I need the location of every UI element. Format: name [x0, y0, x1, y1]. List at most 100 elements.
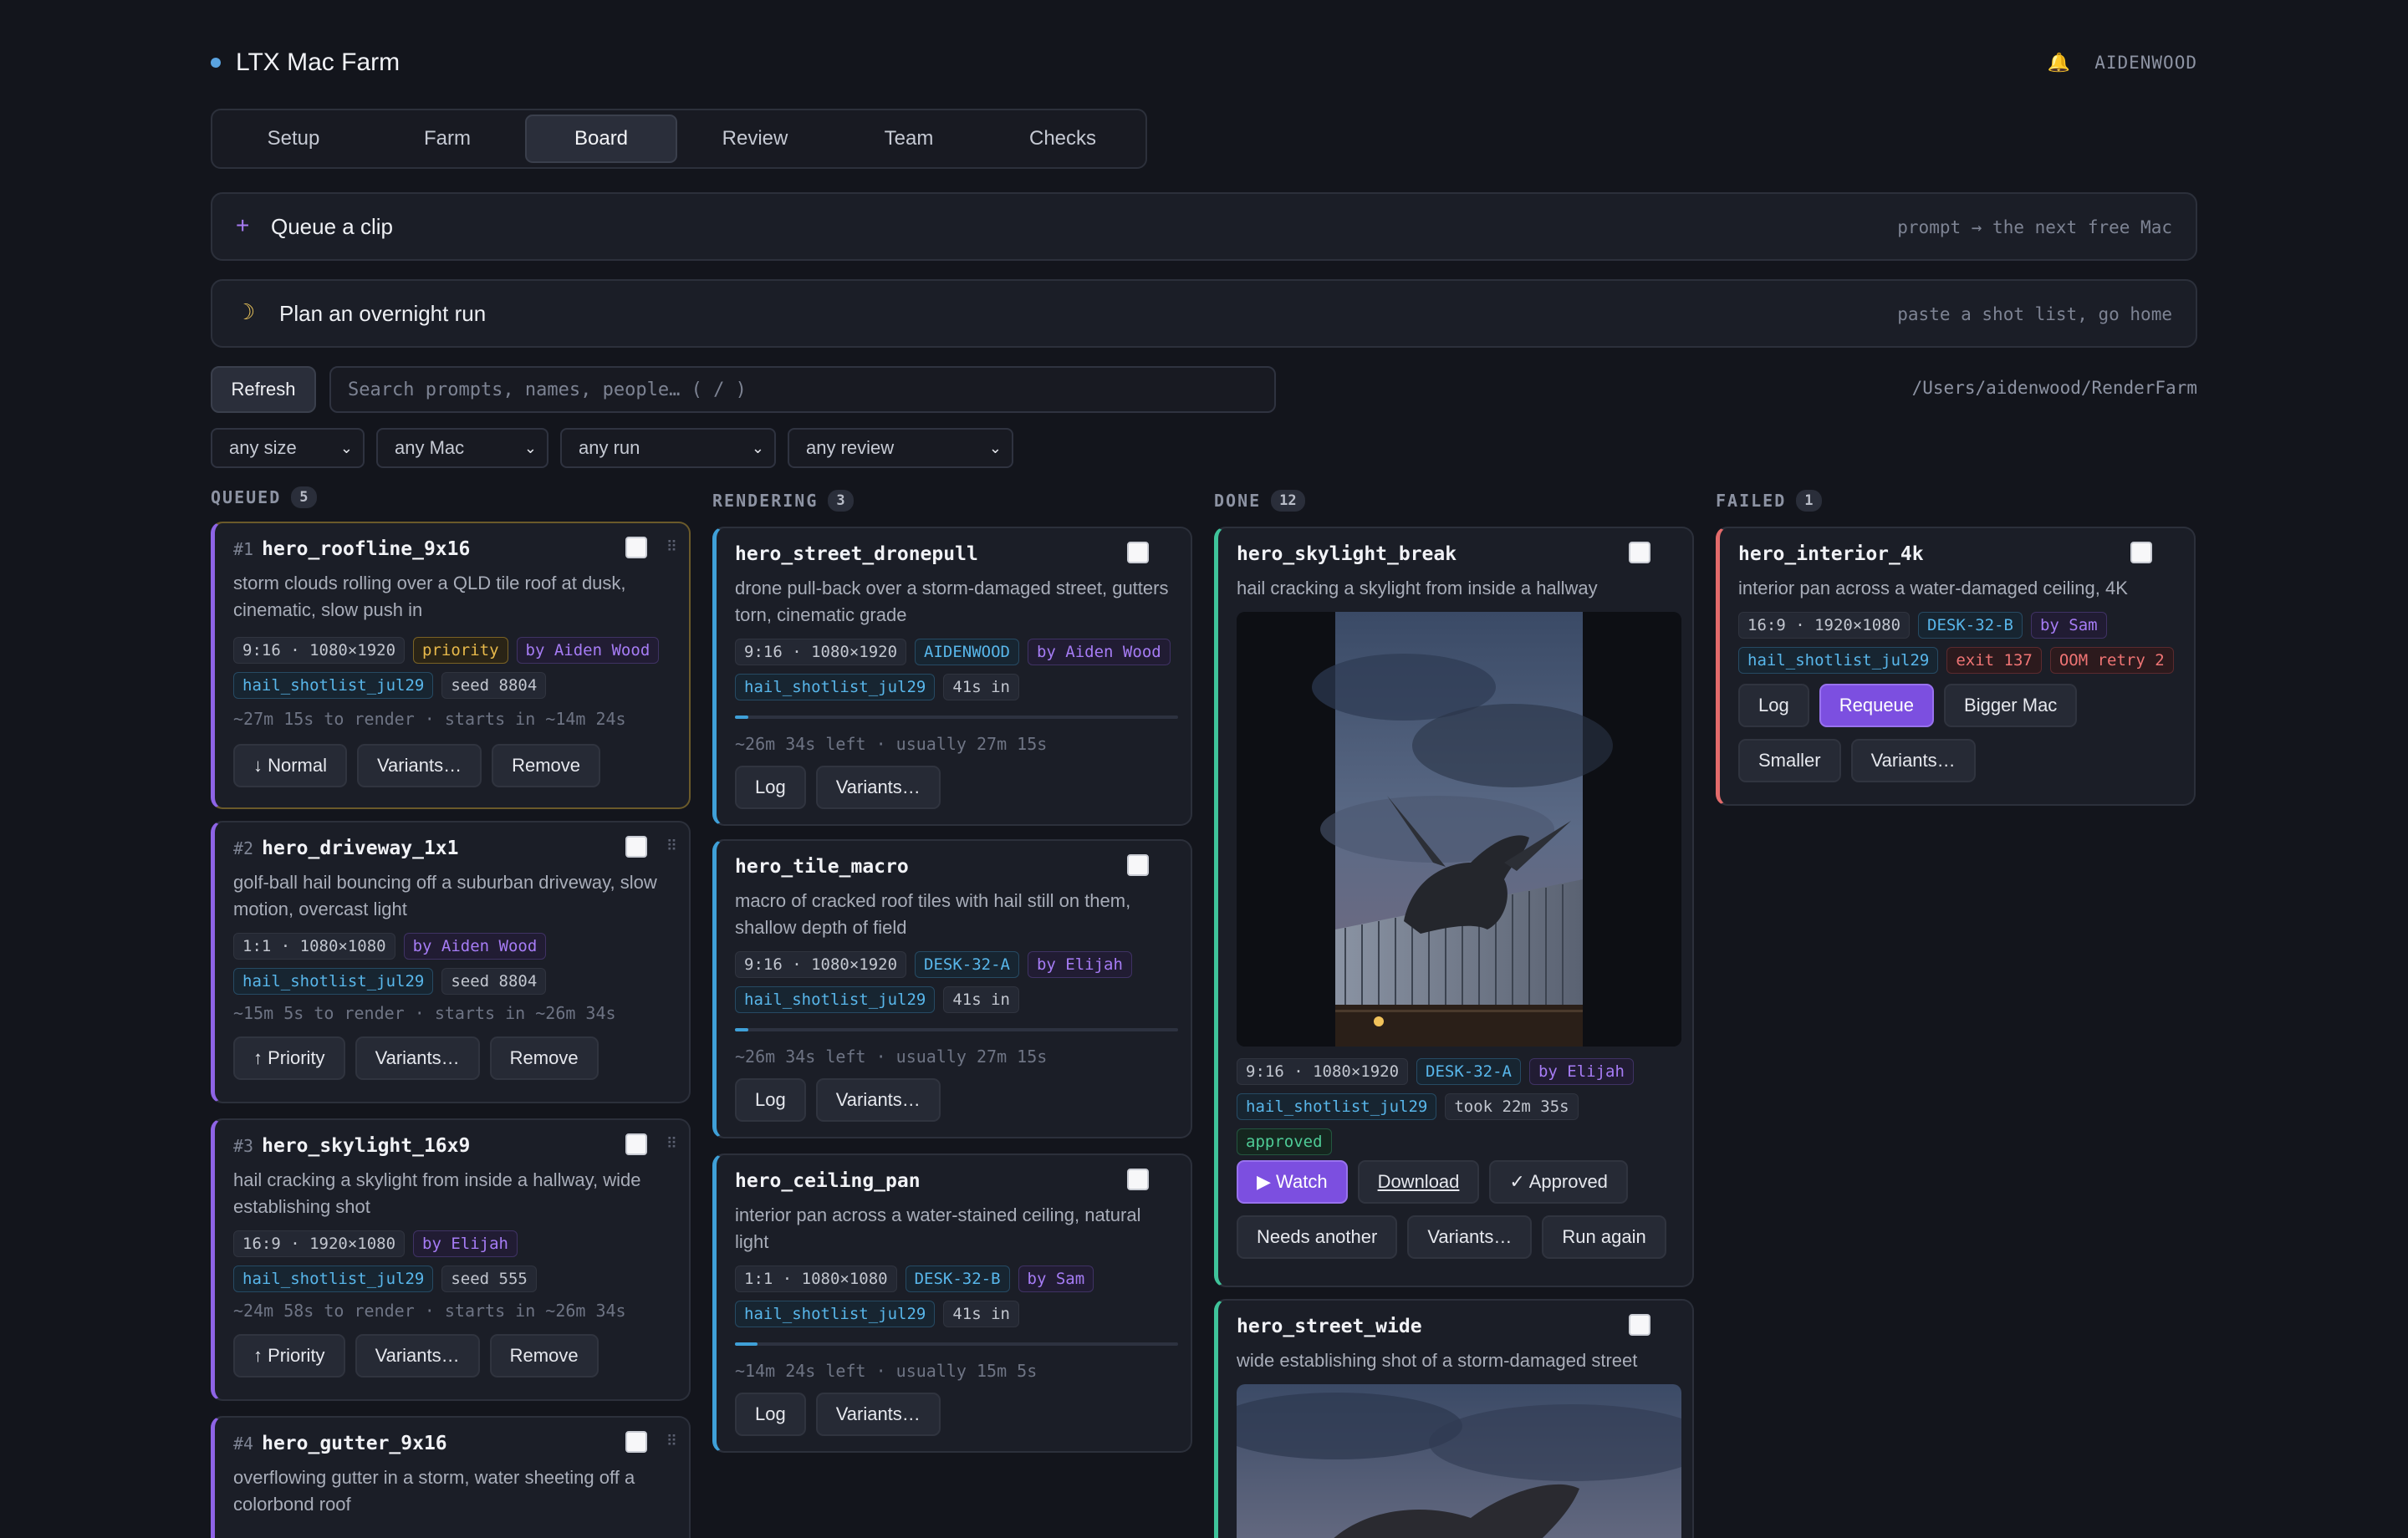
app-header: LTX Mac Farm 🔔 AIDENWOOD — [211, 43, 2197, 85]
tab-setup[interactable]: Setup — [217, 115, 370, 163]
normal-priority-button[interactable]: ↓ Normal — [233, 744, 348, 787]
render-progress-bar — [735, 716, 1178, 719]
run-again-button[interactable]: Run again — [1542, 1215, 1666, 1259]
variants-button[interactable]: Variants… — [1407, 1215, 1533, 1259]
card-actions: ↑ Priority Variants… Remove — [233, 1334, 685, 1389]
priority-button[interactable]: ↑ Priority — [233, 1036, 345, 1080]
column-count: 5 — [291, 486, 317, 508]
variants-button[interactable]: Variants… — [815, 1078, 941, 1122]
tab-checks[interactable]: Checks — [987, 115, 1139, 163]
watch-button[interactable]: ▶ Watch — [1237, 1160, 1348, 1204]
select-checkbox[interactable] — [625, 1431, 647, 1453]
priority-tag: priority — [413, 637, 508, 664]
variants-button[interactable]: Variants… — [815, 1393, 941, 1436]
clip-name: hero_skylight_break — [1237, 543, 1457, 565]
size-filter[interactable]: any size ⌄ — [211, 428, 365, 468]
log-button[interactable]: Log — [1738, 684, 1809, 727]
render-card[interactable]: hero_street_dronepull drone pull-back ov… — [712, 527, 1192, 826]
clip-name: hero_street_wide — [1237, 1316, 1422, 1337]
render-card[interactable]: hero_ceiling_pan interior pan across a w… — [712, 1154, 1192, 1453]
overnight-run-bar[interactable]: ☽ Plan an overnight run paste a shot lis… — [211, 279, 2197, 348]
select-checkbox[interactable] — [625, 537, 647, 558]
select-checkbox[interactable] — [2130, 542, 2152, 563]
size-tag: 1:1 · 1080×1080 — [233, 933, 395, 960]
select-checkbox[interactable] — [1629, 1314, 1650, 1336]
variants-button[interactable]: Variants… — [355, 1334, 480, 1378]
done-card[interactable]: hero_skylight_break hail cracking a skyl… — [1214, 527, 1694, 1287]
select-checkbox[interactable] — [625, 836, 647, 858]
review-filter-value: any review — [806, 437, 895, 458]
approved-button[interactable]: ✓ Approved — [1489, 1160, 1628, 1204]
queue-clip-bar[interactable]: + Queue a clip prompt → the next free Ma… — [211, 192, 2197, 261]
queue-card[interactable]: #3 hero_skylight_16x9 ⠿ hail cracking a s… — [211, 1118, 691, 1401]
size-tag: 16:9 · 1920×1080 — [1738, 612, 1911, 639]
variants-button[interactable]: Variants… — [355, 1036, 480, 1080]
elapsed-tag: 41s in — [943, 674, 1019, 700]
priority-button[interactable]: ↑ Priority — [233, 1334, 345, 1378]
drag-handle-icon[interactable]: ⠿ — [666, 1135, 677, 1153]
machine-tag: AIDENWOOD — [915, 639, 1019, 665]
column-rendering: RENDERING 3 hero_street_dronepull drone … — [712, 483, 1204, 1453]
select-checkbox[interactable] — [1127, 1169, 1149, 1190]
queue-card[interactable]: #4 hero_gutter_9x16 ⠿ overflowing gutter … — [211, 1416, 691, 1538]
select-checkbox[interactable] — [1629, 542, 1650, 563]
select-checkbox[interactable] — [625, 1133, 647, 1155]
drag-handle-icon[interactable]: ⠿ — [666, 1433, 677, 1450]
log-button[interactable]: Log — [735, 1078, 806, 1122]
approved-badge: approved — [1237, 1128, 1332, 1155]
card-title: #1 hero_roofline_9x16 — [233, 538, 470, 560]
column-done: DONE 12 hero_skylight_break hail crackin… — [1214, 483, 1706, 1538]
machine-tag: DESK-32-A — [1416, 1058, 1521, 1085]
done-card[interactable]: hero_street_wide wide establishing shot … — [1214, 1299, 1694, 1538]
size-tag: 9:16 · 1080×1920 — [735, 639, 907, 665]
clip-prompt: interior pan across a water-damaged ceil… — [1738, 578, 2128, 598]
video-thumbnail[interactable] — [1237, 612, 1681, 1047]
eta-text: ~24m 58s to render · starts in ~26m 34s — [233, 1301, 626, 1321]
log-button[interactable]: Log — [735, 1393, 806, 1436]
owner-tag: by Elijah — [1027, 951, 1132, 978]
batch-tag: hail_shotlist_jul29 — [1237, 1093, 1437, 1120]
card-title: #2 hero_driveway_1x1 — [233, 838, 459, 859]
queue-card[interactable]: #1 hero_roofline_9x16 ⠿ storm clouds roll… — [211, 522, 691, 809]
tab-board[interactable]: Board — [525, 115, 678, 163]
mac-filter[interactable]: any Mac ⌄ — [376, 428, 548, 468]
select-checkbox[interactable] — [1127, 854, 1149, 876]
select-checkbox[interactable] — [1127, 542, 1149, 563]
review-filter[interactable]: any review ⌄ — [788, 428, 1013, 468]
run-filter[interactable]: any run ⌄ — [560, 428, 776, 468]
download-label: Download — [1377, 1171, 1460, 1192]
requeue-button[interactable]: Requeue — [1819, 684, 1935, 727]
render-card[interactable]: hero_tile_macro macro of cracked roof ti… — [712, 839, 1192, 1138]
remove-button[interactable]: Remove — [489, 1036, 599, 1080]
smaller-button[interactable]: Smaller — [1738, 739, 1841, 782]
chevron-down-icon: ⌄ — [751, 439, 764, 456]
tab-farm[interactable]: Farm — [371, 115, 523, 163]
drag-handle-icon[interactable]: ⠿ — [666, 538, 677, 556]
remove-button[interactable]: Remove — [492, 744, 601, 787]
drag-handle-icon[interactable]: ⠿ — [666, 838, 677, 855]
chevron-down-icon: ⌄ — [988, 439, 1002, 456]
variants-button[interactable]: Variants… — [1850, 739, 1976, 782]
queue-card[interactable]: #2 hero_driveway_1x1 ⠿ golf-ball hail bou… — [211, 821, 691, 1103]
tab-team[interactable]: Team — [833, 115, 985, 163]
refresh-button[interactable]: Refresh — [211, 366, 316, 413]
bigger-mac-button[interactable]: Bigger Mac — [1944, 684, 2078, 727]
search-input[interactable]: Search prompts, names, people… ( / ) — [329, 366, 1276, 413]
download-button[interactable]: Download — [1357, 1160, 1480, 1204]
bell-icon[interactable]: 🔔 — [2048, 52, 2071, 74]
render-progress-bar — [735, 1342, 1178, 1346]
card-actions: ↓ Normal Variants… Remove — [233, 744, 685, 799]
failed-card[interactable]: hero_interior_4k interior pan across a w… — [1716, 527, 2196, 806]
tab-review[interactable]: Review — [679, 115, 831, 163]
needs-another-button[interactable]: Needs another — [1237, 1215, 1398, 1259]
tag-list: 16:9 · 1920×1080 DESK-32-B by Sam hail_s… — [1738, 612, 2190, 682]
queue-clip-title: Queue a clip — [271, 214, 393, 239]
variants-button[interactable]: Variants… — [357, 744, 482, 787]
tag-list: 9:16 · 1080×1920 AIDENWOOD by Aiden Wood… — [735, 639, 1186, 709]
variants-button[interactable]: Variants… — [815, 766, 941, 809]
elapsed-tag: 41s in — [943, 1301, 1019, 1327]
log-button[interactable]: Log — [735, 766, 806, 809]
clip-name: hero_gutter_9x16 — [262, 1433, 447, 1454]
video-thumbnail[interactable] — [1237, 1384, 1681, 1538]
remove-button[interactable]: Remove — [489, 1334, 599, 1378]
